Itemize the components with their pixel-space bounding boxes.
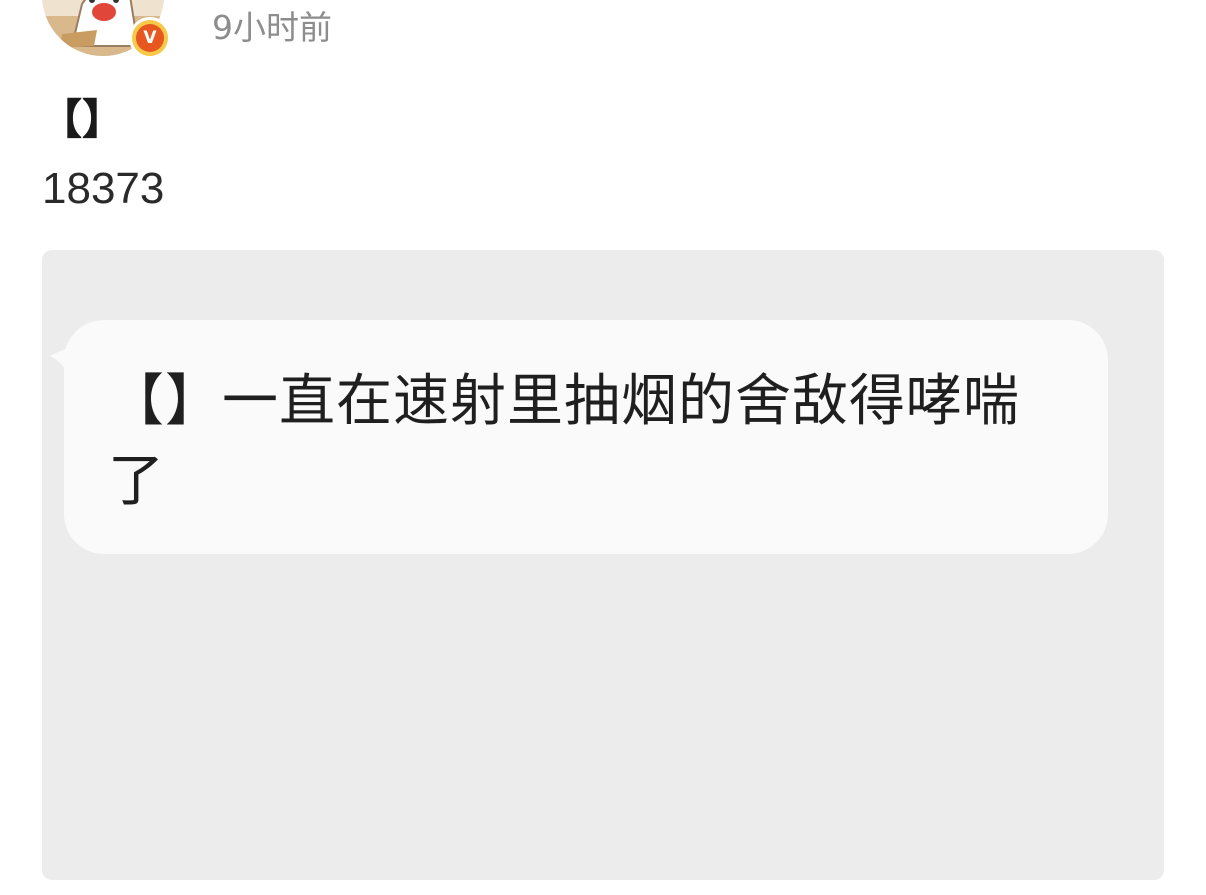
post-image[interactable]: 【】一直在速射里抽烟的舍敌得哮喘了	[42, 250, 1164, 880]
post-title: 【】	[40, 95, 125, 144]
message-bubble-text: 【】一直在速射里抽烟的舍敌得哮喘了	[108, 369, 1020, 514]
verified-letter: V	[136, 24, 164, 52]
message-bubble: 【】一直在速射里抽烟的舍敌得哮喘了	[64, 320, 1108, 554]
verified-badge-icon: V	[129, 17, 171, 59]
post-number: 18373	[42, 164, 165, 213]
post-timestamp: 9小时前	[212, 8, 332, 47]
weibo-post: V 9小时前 【】 18373 【】一直在速射里抽烟的舍敌得哮喘了	[0, 0, 1206, 895]
